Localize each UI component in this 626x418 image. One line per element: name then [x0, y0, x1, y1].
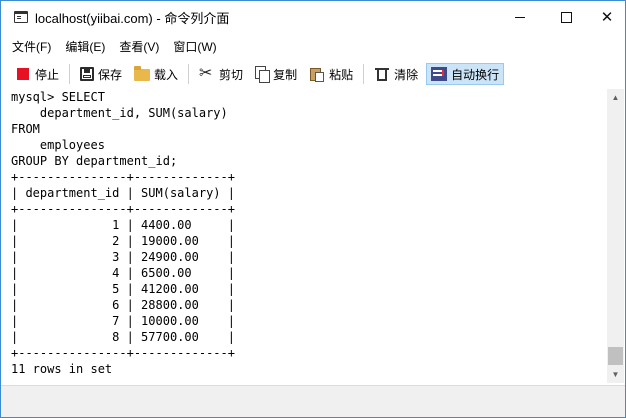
trash-icon	[374, 66, 390, 82]
menu-bar: 文件(F) 编辑(E) 查看(V) 窗口(W)	[1, 34, 625, 58]
stop-icon	[17, 68, 29, 80]
paste-button[interactable]: 粘贴	[305, 63, 357, 85]
folder-open-icon	[134, 66, 151, 81]
console-line: GROUP BY department_id;	[11, 154, 178, 168]
save-label: 保存	[98, 67, 123, 82]
window-controls: ✕	[497, 1, 625, 33]
scrollbar-thumb[interactable]	[608, 347, 623, 365]
scissors-icon	[199, 63, 215, 82]
cut-label: 剪切	[219, 67, 244, 82]
console-line: | 2 | 19000.00 |	[11, 234, 235, 248]
close-button[interactable]: ✕	[589, 1, 625, 33]
console-line: +---------------+-------------+	[11, 346, 235, 360]
console-line: +---------------+-------------+	[11, 202, 235, 216]
maximize-icon	[560, 11, 572, 23]
scroll-down-arrow-icon[interactable]: ▼	[607, 366, 624, 383]
toolbar-separator	[363, 64, 365, 84]
toolbar-separator	[69, 64, 71, 84]
console-line: | 7 | 10000.00 |	[11, 314, 235, 328]
title-bar[interactable]: localhost(yiibai.com) - 命令列介面 ✕	[1, 1, 625, 33]
autowrap-label: 自动换行	[451, 67, 500, 82]
paste-label: 粘贴	[329, 67, 354, 82]
toolbar: 停止 保存 载入 剪切 复制 粘贴 清除 自动换	[1, 60, 625, 88]
word-wrap-icon	[431, 67, 448, 81]
console-line: | 4 | 6500.00 |	[11, 266, 235, 280]
console-line: +---------------+-------------+	[11, 170, 235, 184]
scroll-up-arrow-icon[interactable]: ▲	[607, 89, 624, 106]
status-bar	[1, 385, 625, 417]
console-line: | 8 | 57700.00 |	[11, 330, 235, 344]
maximize-button[interactable]	[543, 1, 589, 33]
autowrap-toggle[interactable]: 自动换行	[426, 63, 505, 85]
menu-window[interactable]: 窗口(W)	[171, 36, 218, 57]
console-line: 11 rows in set	[11, 362, 113, 376]
console-line: employees	[11, 138, 105, 152]
minimize-icon	[515, 16, 525, 18]
copy-icon	[255, 66, 271, 83]
console-line: department_id, SUM(salary)	[11, 106, 228, 120]
console-line: | 5 | 41200.00 |	[11, 282, 235, 296]
console-line: FROM	[11, 122, 40, 136]
vertical-scrollbar[interactable]: ▲ ▼	[607, 89, 624, 383]
copy-label: 复制	[273, 67, 298, 82]
console-line: | department_id | SUM(salary) |	[11, 186, 235, 200]
minimize-button[interactable]	[497, 1, 543, 33]
console-app-icon	[14, 11, 28, 23]
window-title: localhost(yiibai.com) - 命令列介面	[35, 10, 230, 26]
console-line: | 6 | 28800.00 |	[11, 298, 235, 312]
paste-icon	[309, 66, 325, 82]
save-button[interactable]: 保存	[76, 63, 126, 85]
menu-view[interactable]: 查看(V)	[117, 36, 161, 57]
stop-button[interactable]: 停止	[11, 63, 63, 85]
save-icon	[80, 67, 95, 81]
console-output[interactable]: mysql> SELECT department_id, SUM(salary)…	[1, 89, 605, 383]
app-window: localhost(yiibai.com) - 命令列介面 ✕ 文件(F) 编辑…	[0, 0, 626, 418]
toolbar-separator	[188, 64, 190, 84]
console-line: | 1 | 4400.00 |	[11, 218, 235, 232]
load-button[interactable]: 载入	[130, 63, 182, 85]
load-label: 载入	[154, 67, 179, 82]
console-line: | 3 | 24900.00 |	[11, 250, 235, 264]
stop-label: 停止	[35, 67, 60, 82]
console-text[interactable]: mysql> SELECT department_id, SUM(salary)…	[1, 89, 605, 377]
clear-button[interactable]: 清除	[370, 63, 422, 85]
console-line: mysql> SELECT	[11, 90, 105, 104]
cut-button[interactable]: 剪切	[195, 63, 247, 85]
copy-button[interactable]: 复制	[251, 63, 301, 85]
menu-file[interactable]: 文件(F)	[10, 36, 53, 57]
clear-label: 清除	[394, 67, 419, 82]
menu-edit[interactable]: 编辑(E)	[63, 36, 107, 57]
close-icon: ✕	[600, 9, 614, 26]
